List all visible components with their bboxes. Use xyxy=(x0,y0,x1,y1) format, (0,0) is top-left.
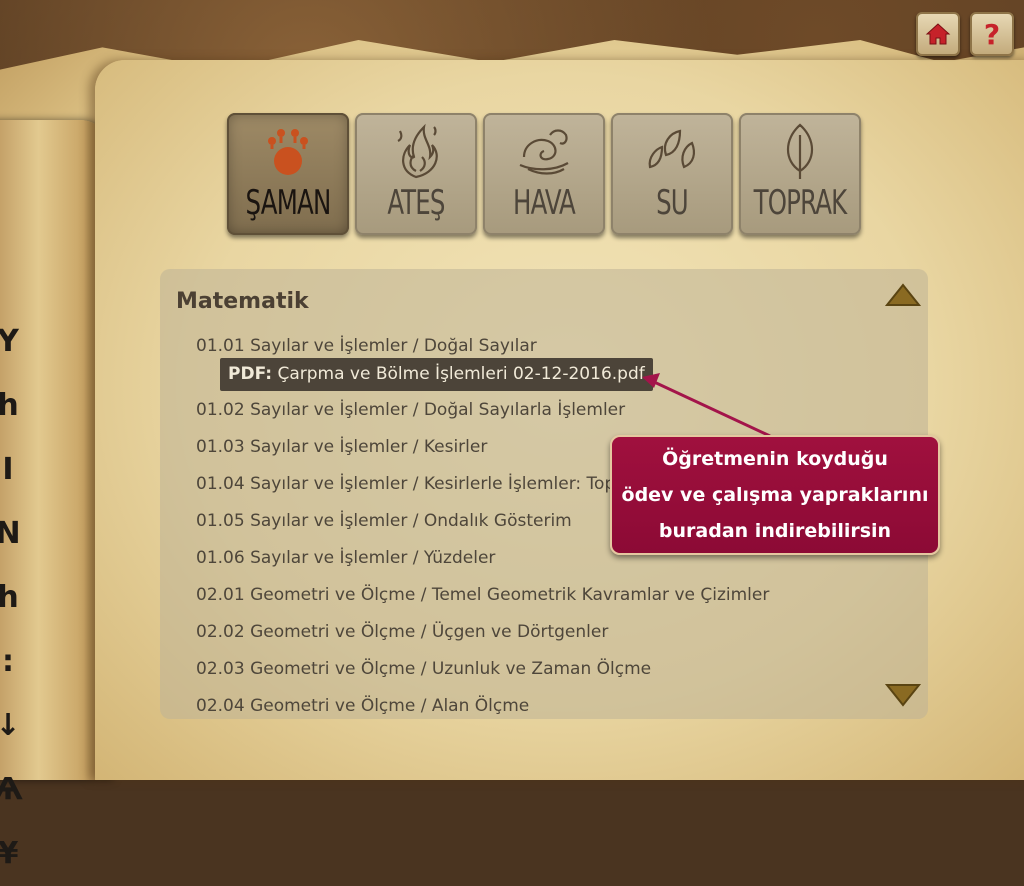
rune: I xyxy=(2,452,14,487)
topic-item[interactable]: 02.02 Geometri ve Ölçme / Üçgen ve Dörtg… xyxy=(196,621,896,658)
pdf-prefix: PDF: xyxy=(228,364,273,384)
panel-title: Matematik xyxy=(176,289,309,314)
rune: : xyxy=(2,644,14,679)
leaf-icon xyxy=(786,123,814,179)
pdf-filename: Çarpma ve Bölme İşlemleri 02-12-2016.pdf xyxy=(277,364,645,384)
tab-label: ŞAMAN xyxy=(245,183,332,223)
question-icon: ? xyxy=(983,17,1001,51)
callout-line: buradan indirebilirsin xyxy=(658,520,892,542)
paw-icon xyxy=(268,129,308,175)
callout-line: Öğretmenin koyduğu xyxy=(662,448,888,470)
topic-item[interactable]: 02.04 Geometri ve Ölçme / Alan Ölçme xyxy=(196,695,896,719)
help-button[interactable]: ? xyxy=(970,12,1014,56)
wind-icon xyxy=(519,129,569,175)
triangle-up-icon xyxy=(884,283,922,306)
water-drops-icon xyxy=(648,129,695,169)
topic-item[interactable]: 02.01 Geometri ve Ölçme / Temel Geometri… xyxy=(196,584,896,621)
pdf-download-link[interactable]: PDF: Çarpma ve Bölme İşlemleri 02-12-201… xyxy=(220,358,653,391)
tab-label: SU xyxy=(656,183,689,223)
tab-label: HAVA xyxy=(513,183,576,223)
topic-item[interactable]: 02.03 Geometri ve Ölçme / Uzunluk ve Zam… xyxy=(196,658,896,695)
rune: N xyxy=(0,516,21,551)
home-icon xyxy=(925,23,951,45)
left-scroll-roll: Y h I N h : ↓ Ѧ ¥ xyxy=(0,120,110,871)
tab-label: TOPRAK xyxy=(753,183,848,223)
tab-hava[interactable]: HAVA xyxy=(483,113,605,235)
fire-icon xyxy=(397,123,438,179)
tab-su[interactable]: SU xyxy=(611,113,733,235)
tab-saman[interactable]: ŞAMAN xyxy=(227,113,349,235)
rune: ↓ xyxy=(0,708,21,743)
rune-column: Y h I N h : ↓ Ѧ ¥ xyxy=(0,310,28,886)
rune: ¥ xyxy=(0,836,19,871)
tooltip-callout: Öğretmenin koyduğu ödev ve çalışma yapra… xyxy=(610,435,940,555)
pdf-row: PDF: Çarpma ve Bölme İşlemleri 02-12-201… xyxy=(196,358,896,399)
tab-toprak[interactable]: TOPRAK xyxy=(739,113,861,235)
tab-label: ATEŞ xyxy=(387,183,445,223)
rune: h xyxy=(0,580,19,615)
tab-ates[interactable]: ATEŞ xyxy=(355,113,477,235)
topic-item[interactable]: 01.02 Sayılar ve İşlemler / Doğal Sayıla… xyxy=(196,399,896,436)
home-button[interactable] xyxy=(916,12,960,56)
rune: h xyxy=(0,388,19,423)
scroll-up-button[interactable] xyxy=(884,281,922,311)
rune: Y xyxy=(0,324,19,359)
callout-line: ödev ve çalışma yapraklarını xyxy=(621,484,929,506)
